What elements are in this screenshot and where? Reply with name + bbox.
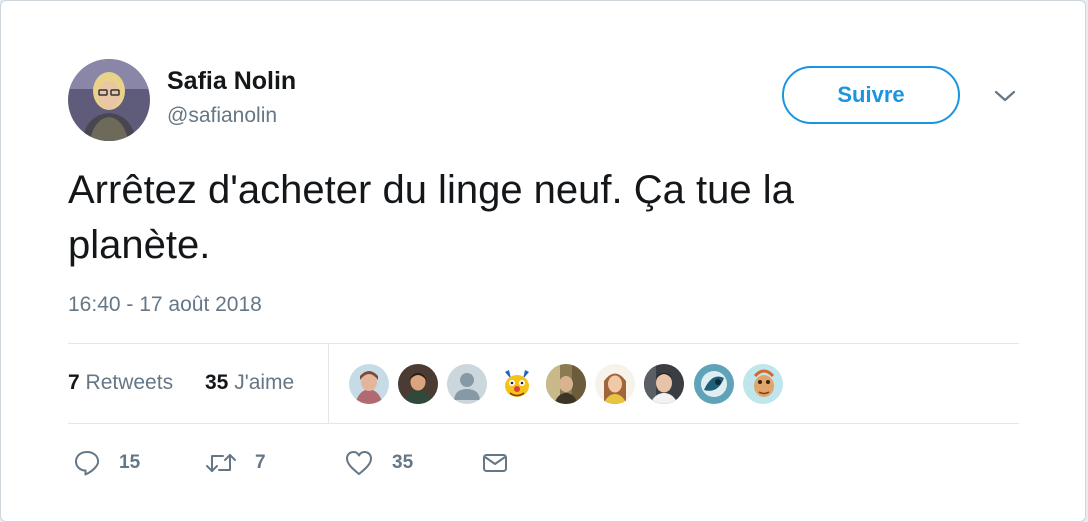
liker-avatar-2[interactable] <box>398 364 438 404</box>
envelope-icon <box>483 454 507 472</box>
author-avatar[interactable] <box>68 59 150 141</box>
author-handle[interactable]: @safianolin <box>167 104 277 128</box>
reply-icon <box>75 451 100 476</box>
retweet-count: 7 <box>255 452 266 473</box>
reply-count: 15 <box>119 452 141 473</box>
author-name[interactable]: Safia Nolin <box>167 67 296 96</box>
tweet-text-line-2: planète. <box>68 223 211 267</box>
retweets-label: Retweets <box>85 371 174 394</box>
likes-stat[interactable]: 35 J'aime <box>205 371 294 395</box>
tweet-timestamp[interactable]: 16:40 - 17 août 2018 <box>68 293 262 317</box>
like-count: 35 <box>392 452 414 473</box>
like-button[interactable]: 35 <box>344 449 413 477</box>
likes-count: 35 <box>205 371 229 394</box>
default-avatar-icon[interactable] <box>447 364 487 404</box>
liker-avatar-6[interactable] <box>595 364 635 404</box>
liker-avatar-1[interactable] <box>349 364 389 404</box>
likes-label: J'aime <box>234 371 295 394</box>
retweets-stat[interactable]: 7 Retweets <box>68 371 173 395</box>
tweet-card: Safia Nolin @safianolin Suivre Arrêtez d… <box>0 0 1086 522</box>
reply-button[interactable]: 15 <box>73 449 140 477</box>
follow-button[interactable]: Suivre <box>782 66 960 124</box>
liker-avatar-8[interactable] <box>694 364 734 404</box>
retweets-count: 7 <box>68 371 80 394</box>
tweet-text-line-1: Arrêtez d'acheter du linge neuf. Ça tue … <box>68 168 794 212</box>
divider-vertical <box>328 343 329 423</box>
retweet-button[interactable]: 7 <box>205 449 266 477</box>
tweet-text: Arrêtez d'acheter du linge neuf. Ça tue … <box>68 163 998 273</box>
liker-avatar-7[interactable] <box>644 364 684 404</box>
liker-avatar-9[interactable] <box>743 364 783 404</box>
divider-top <box>68 343 1019 344</box>
cartoon-face-avatar[interactable] <box>497 364 537 404</box>
retweet-icon <box>206 454 236 472</box>
heart-icon <box>346 451 372 475</box>
liker-avatar-5[interactable] <box>546 364 586 404</box>
chevron-down-icon[interactable] <box>992 85 1018 107</box>
direct-message-button[interactable] <box>481 449 509 477</box>
divider-bottom <box>68 423 1019 424</box>
